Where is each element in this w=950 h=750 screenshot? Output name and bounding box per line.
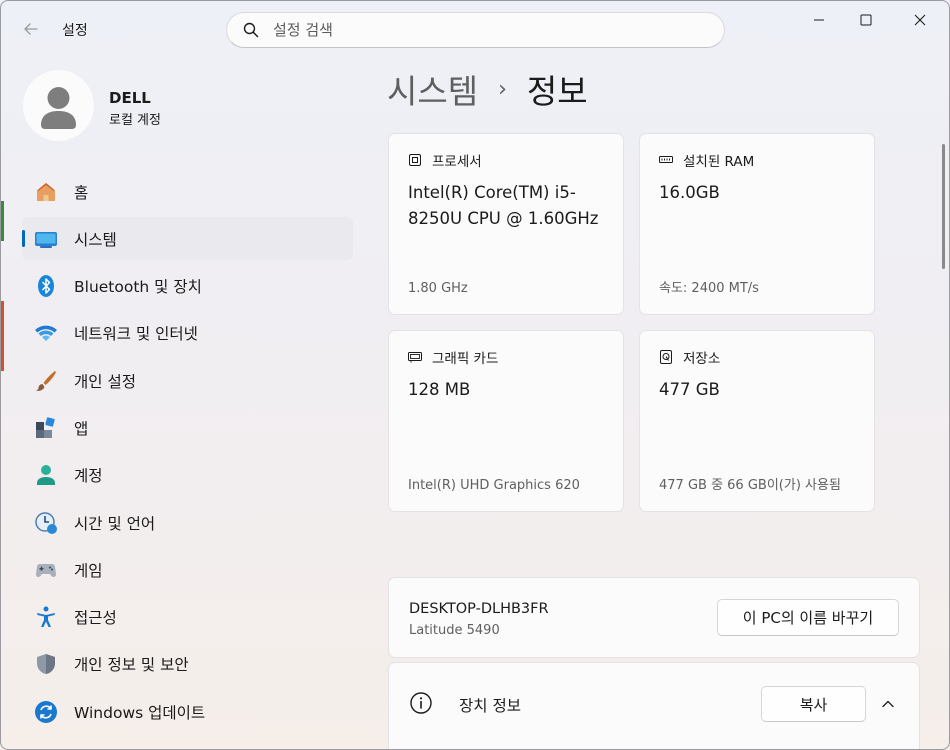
- profile-name: DELL: [109, 89, 151, 107]
- device-name: DESKTOP-DLHB3FR: [409, 601, 549, 617]
- sidebar-item-bluetooth[interactable]: Bluetooth 및 장치: [22, 265, 353, 308]
- sidebar-item-accounts[interactable]: 계정: [22, 454, 353, 497]
- graphics-card-header: 그래픽 카드: [408, 347, 498, 367]
- breadcrumb-parent[interactable]: 시스템: [387, 65, 478, 113]
- maximize-button[interactable]: [843, 5, 889, 35]
- graphics-value: 128 MB: [408, 380, 471, 399]
- device-name-row: DESKTOP-DLHB3FR Latitude 5490 이 PC의 이름 바…: [388, 577, 920, 658]
- info-icon: [410, 692, 432, 714]
- device-specs-title: 장치 정보: [459, 697, 521, 715]
- copy-button[interactable]: 복사: [761, 686, 866, 722]
- minimize-button[interactable]: [796, 5, 842, 35]
- sidebar-item-personalization[interactable]: 개인 설정: [22, 359, 353, 402]
- maximize-icon: [860, 14, 872, 26]
- back-button[interactable]: [15, 15, 47, 43]
- sidebar-item-windows-update[interactable]: Windows 업데이트: [22, 690, 353, 733]
- account-icon: [34, 463, 58, 487]
- gamepad-icon: [34, 558, 58, 582]
- sidebar-item-label: Bluetooth 및 장치: [74, 278, 202, 297]
- processor-card: 프로세서 Intel(R) Core(TM) i5-8250U CPU @ 1.…: [388, 133, 624, 315]
- processor-value: Intel(R) Core(TM) i5-8250U CPU @ 1.60GHz: [408, 183, 599, 228]
- sidebar-nav: 홈 시스템 Bluetooth 및 장치 네트워크 및 인터넷 개인 설정 앱 …: [22, 170, 353, 738]
- close-icon: [914, 14, 926, 26]
- sidebar-item-accessibility[interactable]: 접근성: [22, 596, 353, 639]
- sidebar-item-time-language[interactable]: 시간 및 언어: [22, 501, 353, 544]
- minimize-icon: [814, 19, 824, 21]
- sidebar-item-label: 시스템: [74, 230, 117, 249]
- device-model: Latitude 5490: [409, 623, 500, 638]
- sidebar-item-label: 앱: [74, 419, 89, 438]
- sidebar-item-home[interactable]: 홈: [22, 170, 353, 213]
- page-title: 정보: [526, 72, 588, 111]
- time-language-icon: [34, 511, 58, 535]
- rename-pc-button[interactable]: 이 PC의 이름 바꾸기: [717, 599, 899, 636]
- chevron-up-icon[interactable]: [881, 697, 895, 711]
- edge-strip: [1, 301, 4, 371]
- sidebar-item-label: 네트워크 및 인터넷: [74, 325, 198, 344]
- sidebar-item-label: Windows 업데이트: [74, 703, 206, 722]
- sidebar-item-label: 홈: [74, 183, 89, 202]
- breadcrumb-separator: ›: [498, 76, 507, 102]
- cpu-icon: [409, 154, 421, 166]
- brush-icon: [34, 369, 58, 393]
- ram-speed: 속도: 2400 MT/s: [659, 281, 759, 296]
- sidebar-item-network[interactable]: 네트워크 및 인터넷: [22, 312, 353, 355]
- sidebar-item-system[interactable]: 시스템: [22, 217, 353, 261]
- sidebar-item-label: 개인 정보 및 보안: [74, 656, 189, 675]
- storage-label: 저장소: [683, 351, 721, 367]
- search-icon: [243, 22, 259, 38]
- storage-card: 저장소 477 GB 477 GB 중 66 GB이(가) 사용됨: [639, 330, 875, 512]
- sidebar-item-label: 게임: [74, 561, 103, 580]
- sidebar-item-label: 시간 및 언어: [74, 514, 156, 533]
- storage-icon: [660, 350, 672, 364]
- gpu-icon: [408, 352, 422, 363]
- system-icon: [34, 227, 58, 251]
- breadcrumb: 시스템 › 정보: [387, 65, 588, 113]
- close-button[interactable]: [897, 5, 943, 35]
- ram-value: 16.0GB: [659, 183, 720, 202]
- processor-speed: 1.80 GHz: [408, 281, 468, 296]
- graphics-label: 그래픽 카드: [432, 351, 499, 367]
- graphics-card: 그래픽 카드 128 MB Intel(R) UHD Graphics 620: [388, 330, 624, 512]
- ram-card: 설치된 RAM 16.0GB 속도: 2400 MT/s: [639, 133, 875, 315]
- storage-value: 477 GB: [659, 380, 720, 399]
- search-box[interactable]: [226, 12, 725, 48]
- storage-usage: 477 GB 중 66 GB이(가) 사용됨: [659, 478, 841, 493]
- avatar[interactable]: [23, 70, 94, 141]
- processor-label: 프로세서: [432, 154, 482, 170]
- scrollbar[interactable]: [942, 144, 945, 269]
- sidebar-item-label: 접근성: [74, 609, 117, 628]
- sidebar-item-label: 계정: [74, 467, 103, 486]
- sidebar-item-label: 개인 설정: [74, 372, 136, 391]
- profile-account-type: 로컬 계정: [109, 113, 161, 128]
- update-icon: [34, 700, 58, 724]
- settings-window: 설정 DELL 로컬 계정 홈: [0, 0, 950, 750]
- shield-icon: [34, 652, 58, 676]
- graphics-detail: Intel(R) UHD Graphics 620: [408, 478, 580, 493]
- home-icon: [34, 180, 58, 204]
- edge-strip: [1, 201, 4, 241]
- wifi-icon: [34, 321, 58, 345]
- app-title: 설정: [62, 23, 88, 39]
- ram-label: 설치된 RAM: [683, 154, 755, 170]
- ram-icon: [659, 156, 673, 163]
- apps-icon: [34, 416, 58, 440]
- sidebar-item-apps[interactable]: 앱: [22, 406, 353, 449]
- sidebar-item-privacy[interactable]: 개인 정보 및 보안: [22, 643, 353, 686]
- accessibility-icon: [34, 605, 58, 629]
- processor-card-header: 프로세서: [408, 150, 482, 170]
- bluetooth-icon: [34, 274, 58, 298]
- ram-card-header: 설치된 RAM: [659, 150, 754, 170]
- back-arrow-icon: [24, 23, 38, 35]
- device-specs-expander[interactable]: 장치 정보 복사: [388, 662, 920, 749]
- user-avatar-icon: [41, 87, 76, 129]
- sidebar-item-gaming[interactable]: 게임: [22, 548, 353, 591]
- search-input[interactable]: [273, 21, 673, 39]
- storage-card-header: 저장소: [659, 347, 720, 367]
